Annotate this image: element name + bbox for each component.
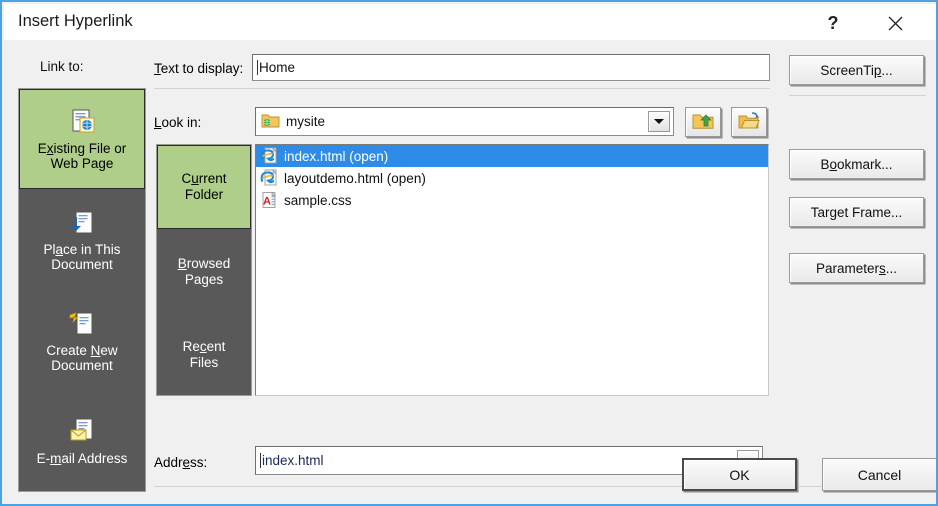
screentip-button[interactable]: ScreenTip... bbox=[789, 55, 924, 85]
up-one-level-button[interactable] bbox=[685, 107, 721, 137]
sidebar-item-email-address[interactable]: E-mail Address bbox=[19, 392, 145, 491]
address-value-wrap: index.html bbox=[256, 453, 737, 468]
target-frame-button[interactable]: Target Frame... bbox=[789, 197, 924, 227]
file-list[interactable]: index.html (open) layoutdemo.html (open) bbox=[255, 144, 769, 396]
create-new-document-icon bbox=[67, 309, 97, 339]
page-title: Insert Hyperlink bbox=[18, 12, 133, 30]
bookmark-button[interactable]: Bookmark... bbox=[789, 149, 924, 179]
sidebar-item-create-new-document[interactable]: Create New Document bbox=[19, 291, 145, 391]
list-item[interactable]: layoutdemo.html (open) bbox=[256, 167, 768, 189]
place-tab-browsed-pages[interactable]: Browsed Pages bbox=[157, 230, 251, 313]
insert-hyperlink-dialog: Insert Hyperlink ? Link to: Existing Fil… bbox=[0, 0, 938, 506]
dialog-body: Link to: Existing File or Web Page Place… bbox=[4, 40, 936, 504]
button-label: Parameters... bbox=[815, 260, 898, 276]
css-file-icon: A bbox=[260, 191, 278, 209]
sidebar-item-existing-file-or-web-page[interactable]: Existing File or Web Page bbox=[19, 89, 145, 189]
button-label: Bookmark... bbox=[820, 156, 893, 172]
sidebar-item-label: Place in This Document bbox=[43, 241, 121, 272]
address-label: Address: bbox=[154, 455, 208, 470]
ok-button[interactable]: OK bbox=[682, 458, 797, 491]
folder-web-icon bbox=[261, 112, 280, 132]
look-in-combobox[interactable]: mysite bbox=[255, 107, 674, 136]
look-in-value: mysite bbox=[286, 114, 326, 129]
sidebar-item-place-in-this-document[interactable]: Place in This Document bbox=[19, 190, 145, 290]
place-tab-label: Browsed Pages bbox=[177, 255, 231, 287]
button-label: Target Frame... bbox=[810, 204, 903, 220]
close-icon bbox=[887, 15, 904, 32]
button-label: ScreenTip... bbox=[820, 62, 893, 78]
existing-file-web-page-icon bbox=[67, 107, 97, 137]
close-button[interactable] bbox=[872, 6, 918, 40]
place-tab-current-folder[interactable]: Current Folder bbox=[157, 145, 251, 229]
place-tab-label: Current Folder bbox=[181, 171, 227, 202]
email-address-icon bbox=[67, 417, 97, 447]
internet-explorer-html-file-icon bbox=[260, 169, 278, 187]
look-in-dropdown-button[interactable] bbox=[648, 111, 670, 132]
sidebar-item-label: Existing File or Web Page bbox=[37, 140, 127, 171]
chevron-down-icon bbox=[654, 119, 664, 124]
link-to-label: Link to: bbox=[40, 59, 84, 74]
text-to-display-input[interactable]: Home bbox=[252, 54, 770, 81]
sidebar-item-label: E-mail Address bbox=[36, 450, 128, 466]
up-one-level-folder-icon bbox=[692, 111, 714, 134]
look-in-label: Look in: bbox=[154, 115, 202, 130]
place-tab-recent-files[interactable]: Recent Files bbox=[157, 314, 251, 395]
title-bar: Insert Hyperlink ? bbox=[4, 4, 936, 40]
places-bar: Current Folder Browsed Pages Recent Files bbox=[156, 144, 252, 396]
list-item[interactable]: index.html (open) bbox=[256, 145, 768, 167]
button-label: Cancel bbox=[857, 466, 902, 483]
text-caret bbox=[257, 60, 258, 75]
cancel-button[interactable]: Cancel bbox=[822, 458, 936, 491]
place-tab-label: Recent Files bbox=[182, 338, 226, 370]
top-separator bbox=[154, 88, 770, 89]
file-name: layoutdemo.html (open) bbox=[284, 170, 426, 186]
place-in-document-icon bbox=[67, 208, 97, 238]
bottom-separator bbox=[154, 486, 926, 487]
address-value: index.html bbox=[262, 453, 324, 468]
text-caret bbox=[260, 453, 261, 468]
right-separator bbox=[789, 95, 926, 96]
link-to-sidebar: Existing File or Web Page Place in This Do… bbox=[18, 88, 146, 492]
browse-for-file-folder-icon bbox=[738, 111, 760, 134]
file-name: index.html (open) bbox=[284, 148, 389, 164]
list-item[interactable]: A sample.css bbox=[256, 189, 768, 211]
svg-text:A: A bbox=[263, 196, 271, 208]
parameters-button[interactable]: Parameters... bbox=[789, 253, 924, 283]
browse-for-file-button[interactable] bbox=[731, 107, 767, 137]
help-button[interactable]: ? bbox=[810, 6, 856, 40]
text-to-display-label: Text to display: bbox=[154, 61, 244, 76]
button-label: OK bbox=[729, 466, 750, 483]
file-name: sample.css bbox=[284, 192, 352, 208]
text-to-display-value: Home bbox=[259, 60, 296, 75]
sidebar-item-label: Create New Document bbox=[46, 342, 118, 373]
question-mark-icon: ? bbox=[827, 12, 839, 33]
internet-explorer-html-file-icon bbox=[260, 147, 278, 165]
